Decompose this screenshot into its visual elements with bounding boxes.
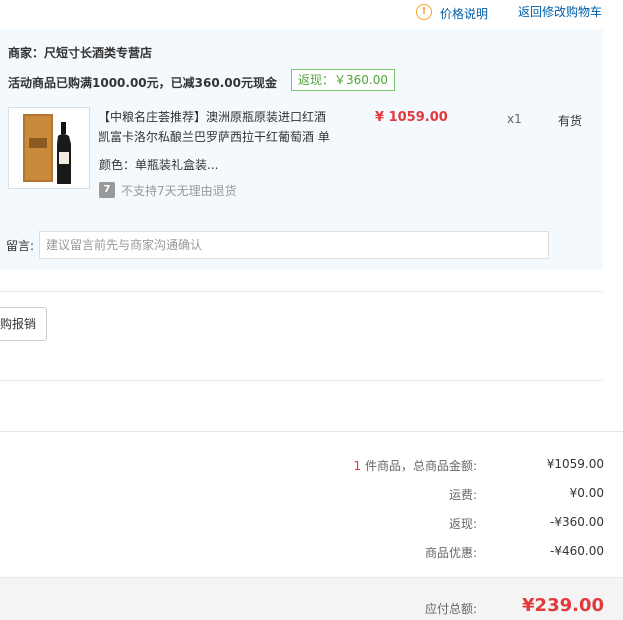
attr-label: 颜色： xyxy=(99,158,136,172)
return-policy: 不支持7天无理由退货 xyxy=(121,184,237,198)
count-label: 件商品，总商品金额: xyxy=(364,459,477,473)
back-to-cart-link[interactable]: 返回修改购物车 xyxy=(518,3,602,20)
rebate-label: 返现: xyxy=(448,517,477,531)
rebate-value: -¥360.00 xyxy=(550,515,604,529)
message-label: 留言: xyxy=(6,239,35,253)
divider xyxy=(0,431,623,432)
discount-value: -¥460.00 xyxy=(550,544,604,558)
product-thumbnail[interactable] xyxy=(8,107,90,189)
shop-name: 商家：尺短寸长酒类专营店 xyxy=(8,46,153,60)
stock-status: 有货 xyxy=(558,114,583,128)
shipping-value: ¥0.00 xyxy=(569,486,604,500)
wine-bottle-image xyxy=(23,114,71,184)
product-attribute: 颜色：单瓶装礼盒装... xyxy=(99,156,218,173)
attr-value: 单瓶装礼盒装... xyxy=(135,158,219,172)
payable-value: ¥239.00 xyxy=(522,595,604,616)
divider xyxy=(0,291,603,292)
price-info-link[interactable]: 价格说明 xyxy=(440,5,488,22)
no-return-icon: 7 xyxy=(99,182,115,198)
payable-label: 应付总额: xyxy=(424,602,477,616)
rebate-badge: 返现：￥360.00 xyxy=(291,69,395,91)
message-input[interactable]: 建议留言前先与商家沟通确认 xyxy=(39,231,549,259)
product-price: ¥ 1059.00 xyxy=(375,110,448,125)
item-count: 1 xyxy=(353,459,362,473)
shipping-label: 运费: xyxy=(448,488,477,502)
divider xyxy=(0,380,603,381)
discount-label: 商品优惠: xyxy=(424,546,477,560)
promotion-text: 活动商品已购满1000.00元，已减360.00元现金 xyxy=(8,76,277,90)
product-quantity: x1 xyxy=(507,112,522,126)
invoice-button[interactable]: 购报销 xyxy=(0,307,48,341)
goods-total-value: ¥1059.00 xyxy=(546,457,604,471)
warning-icon: ! xyxy=(416,4,432,20)
goods-total-label: 1 件商品，总商品金额: xyxy=(277,457,477,474)
product-title-link[interactable]: 【中粮名庄荟推荐】澳洲原瓶原装进口红酒凯富卡洛尔私酿兰巴罗萨西拉干红葡萄酒 单瓶… xyxy=(98,107,333,147)
